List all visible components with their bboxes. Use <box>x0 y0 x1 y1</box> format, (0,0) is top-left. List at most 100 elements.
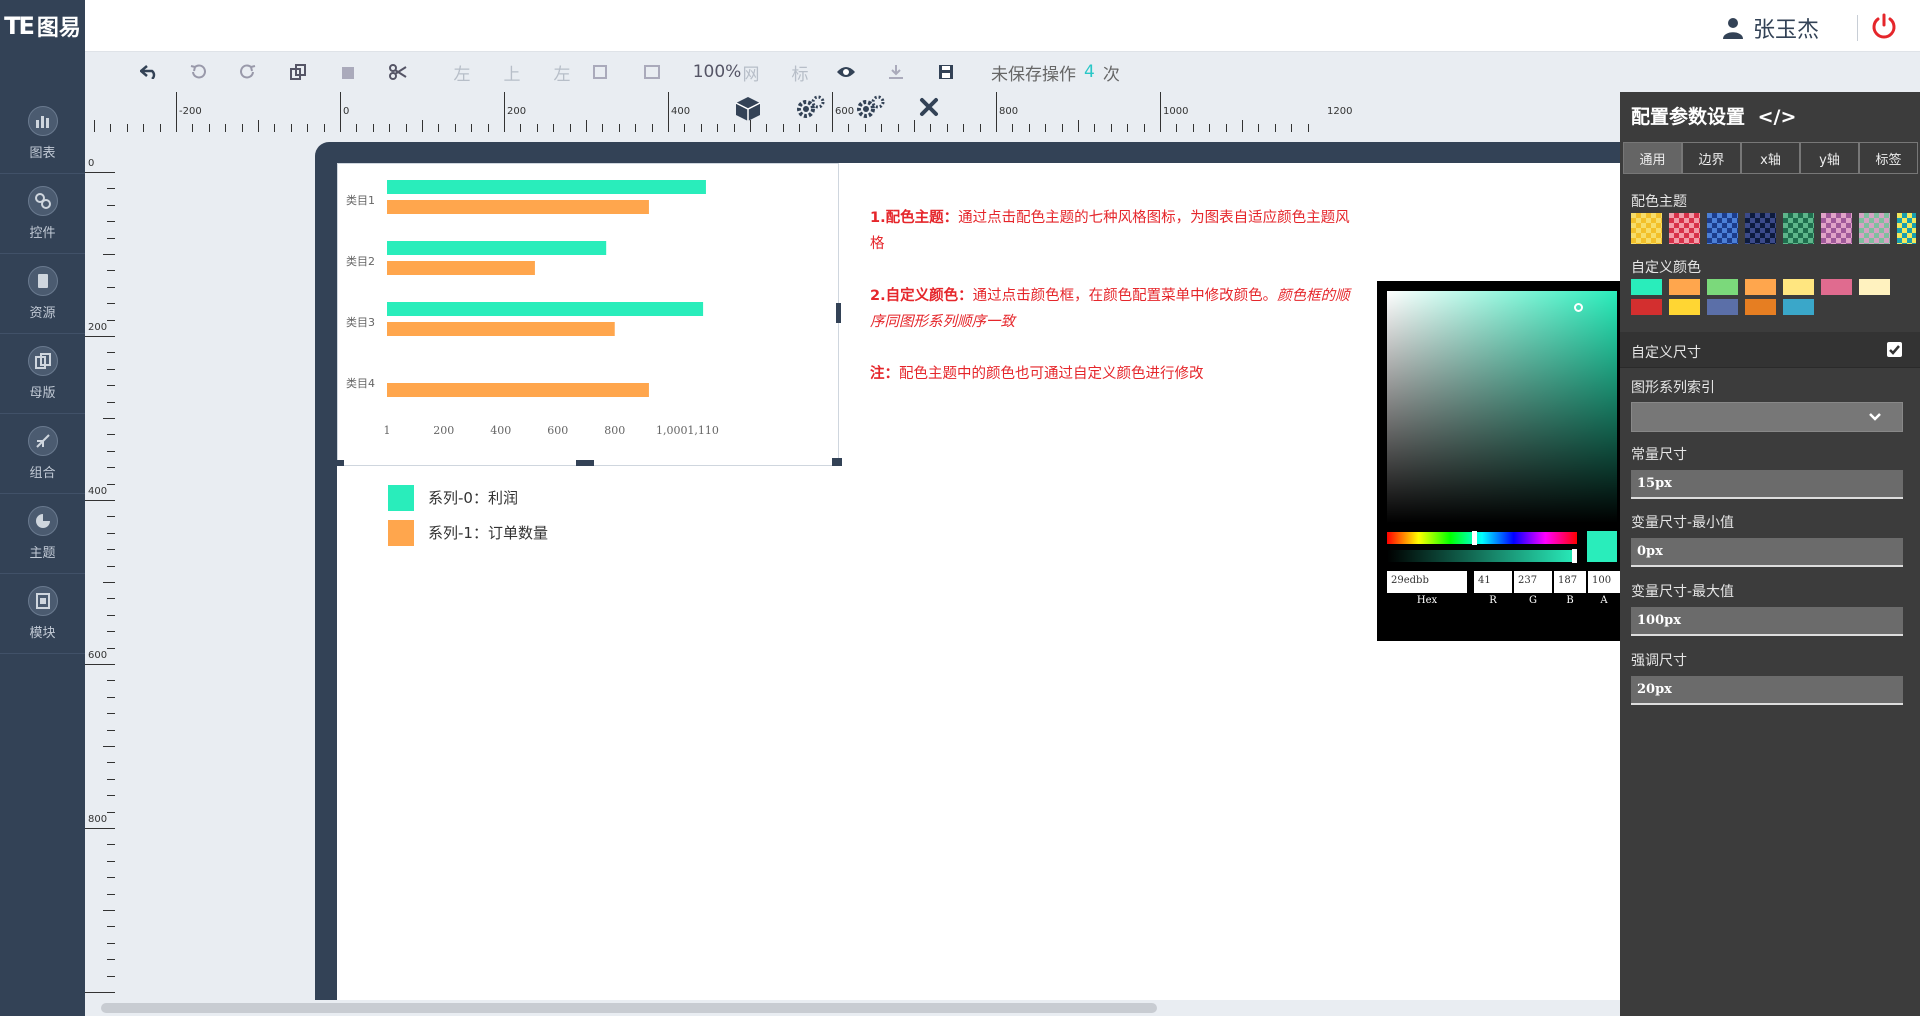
theme-swatch-green[interactable] <box>1783 213 1814 244</box>
custom-color-swatch[interactable] <box>1631 279 1662 295</box>
cut-icon[interactable] <box>386 60 410 84</box>
theme-swatch-yellow[interactable] <box>1631 213 1662 244</box>
advanced-gear-icon[interactable] <box>855 94 885 122</box>
tab-general[interactable]: 通用 <box>1623 142 1682 174</box>
app-logo[interactable]: TE 图易 <box>0 0 85 52</box>
code-icon[interactable]: </> <box>1758 106 1797 128</box>
ruler-toggle[interactable]: 标 <box>788 60 812 85</box>
resize-icon[interactable] <box>638 60 666 84</box>
save-icon[interactable] <box>934 60 958 84</box>
ruler-tick <box>569 124 571 132</box>
hue-handle[interactable] <box>1472 531 1477 545</box>
undo-all-icon[interactable] <box>137 60 161 84</box>
theme-swatch-pastel[interactable] <box>1859 213 1890 244</box>
saturation-area[interactable] <box>1387 291 1617 523</box>
frame-icon[interactable] <box>588 60 612 84</box>
ruler-tick <box>848 124 850 132</box>
saturation-cursor[interactable] <box>1574 303 1583 312</box>
custom-color-swatch[interactable] <box>1859 279 1890 295</box>
copy-icon[interactable] <box>286 60 310 84</box>
sidebar-item-master[interactable]: 母版 <box>0 334 85 414</box>
resize-handle[interactable] <box>334 460 344 466</box>
zoom-level[interactable]: 100% <box>693 60 742 84</box>
custom-color-swatch[interactable] <box>1783 299 1814 315</box>
paste-icon[interactable] <box>336 60 360 84</box>
ruler-tick <box>107 385 115 387</box>
var-max-input[interactable]: 100px <box>1631 607 1903 636</box>
ruler-tick <box>1160 92 1161 132</box>
horizontal-scrollbar[interactable] <box>85 1000 1620 1016</box>
theme-swatch-cyan[interactable] <box>1897 213 1916 244</box>
const-size-input[interactable]: 15px <box>1631 470 1903 499</box>
series-index-select[interactable] <box>1631 402 1903 432</box>
grid-toggle[interactable]: 网 <box>739 60 763 85</box>
align-left2-button[interactable]: 左 <box>552 60 572 85</box>
alpha-handle[interactable] <box>1572 549 1577 563</box>
ruler-tick <box>504 92 505 132</box>
theme-swatch-navy[interactable] <box>1745 213 1776 244</box>
theme-swatch-blue[interactable] <box>1707 213 1738 244</box>
custom-color-swatch[interactable] <box>1783 279 1814 295</box>
tab-y-axis[interactable]: y轴 <box>1800 142 1859 174</box>
bar[interactable] <box>387 241 607 255</box>
r-label: R <box>1489 595 1497 606</box>
redo-icon[interactable] <box>236 60 260 84</box>
bar[interactable] <box>387 322 615 336</box>
ruler-tick <box>107 237 115 239</box>
bar[interactable] <box>387 261 535 275</box>
undo-icon[interactable] <box>186 60 210 84</box>
bar[interactable] <box>387 302 704 316</box>
tab-x-axis[interactable]: x轴 <box>1741 142 1800 174</box>
custom-color-swatch[interactable] <box>1745 299 1776 315</box>
g-input[interactable]: 237 <box>1514 571 1552 593</box>
emphasis-input[interactable]: 20px <box>1631 676 1903 705</box>
close-icon[interactable] <box>919 97 939 117</box>
preview-eye-icon[interactable] <box>834 60 858 84</box>
hue-slider[interactable] <box>1387 532 1577 544</box>
resize-handle[interactable] <box>576 460 594 466</box>
sidebar-item-module[interactable]: 模块 <box>0 574 85 654</box>
tab-label[interactable]: 标签 <box>1859 142 1918 174</box>
custom-color-swatch[interactable] <box>1669 279 1700 295</box>
ruler-tick <box>225 124 227 132</box>
theme-swatch-purple[interactable] <box>1821 213 1852 244</box>
bar[interactable] <box>387 383 649 397</box>
download-icon[interactable] <box>884 60 908 84</box>
resize-handle[interactable] <box>832 458 842 466</box>
panel-title: 配置参数设置 <box>1631 106 1746 128</box>
config-panel: 配置参数设置 </> 通用 边界 x轴 y轴 标签 配色主题 自定义颜色 自定义… <box>1620 92 1920 1016</box>
custom-color-swatch[interactable] <box>1707 279 1738 295</box>
resize-handle[interactable] <box>836 303 841 323</box>
r-input[interactable]: 41 <box>1474 571 1512 593</box>
custom-color-swatch[interactable] <box>1745 279 1776 295</box>
scrollbar-thumb[interactable] <box>101 1003 1157 1013</box>
align-top-button[interactable]: 上 <box>502 60 522 85</box>
vertical-ruler: 0 200 400 600 800 <box>85 132 115 1000</box>
power-icon[interactable] <box>1870 12 1898 40</box>
sidebar-item-chart[interactable]: 图表 <box>0 94 85 174</box>
custom-color-swatch[interactable] <box>1821 279 1852 295</box>
ruler-tick <box>192 124 194 132</box>
custom-color-swatch[interactable] <box>1631 299 1662 315</box>
sidebar-item-control[interactable]: 控件 <box>0 174 85 254</box>
sidebar-item-group[interactable]: 组合 <box>0 414 85 494</box>
bar[interactable] <box>387 180 706 194</box>
a-input[interactable]: 100 <box>1588 571 1620 593</box>
bar[interactable] <box>387 200 649 214</box>
custom-size-checkbox[interactable] <box>1887 342 1902 357</box>
custom-color-swatch[interactable] <box>1669 299 1700 315</box>
sidebar-item-theme[interactable]: 主题 <box>0 494 85 574</box>
cube-icon[interactable] <box>734 96 762 122</box>
theme-swatch-red[interactable] <box>1669 213 1700 244</box>
sidebar-item-resource[interactable]: 资源 <box>0 254 85 334</box>
settings-gear-icon[interactable] <box>795 94 825 122</box>
var-min-input[interactable]: 0px <box>1631 538 1903 567</box>
hex-input[interactable]: 29edbb <box>1387 571 1467 593</box>
custom-color-swatch[interactable] <box>1707 299 1738 315</box>
b-input[interactable]: 187 <box>1554 571 1586 593</box>
tab-border[interactable]: 边界 <box>1682 142 1741 174</box>
align-left-button[interactable]: 左 <box>452 60 472 85</box>
user-menu[interactable]: 张玉杰 <box>1722 12 1858 44</box>
chart-widget[interactable]: 类目1 类目2 类目3 类目4 1 200 400 600 800 1,000 1,110 <box>337 163 839 466</box>
alpha-slider[interactable] <box>1387 550 1577 562</box>
